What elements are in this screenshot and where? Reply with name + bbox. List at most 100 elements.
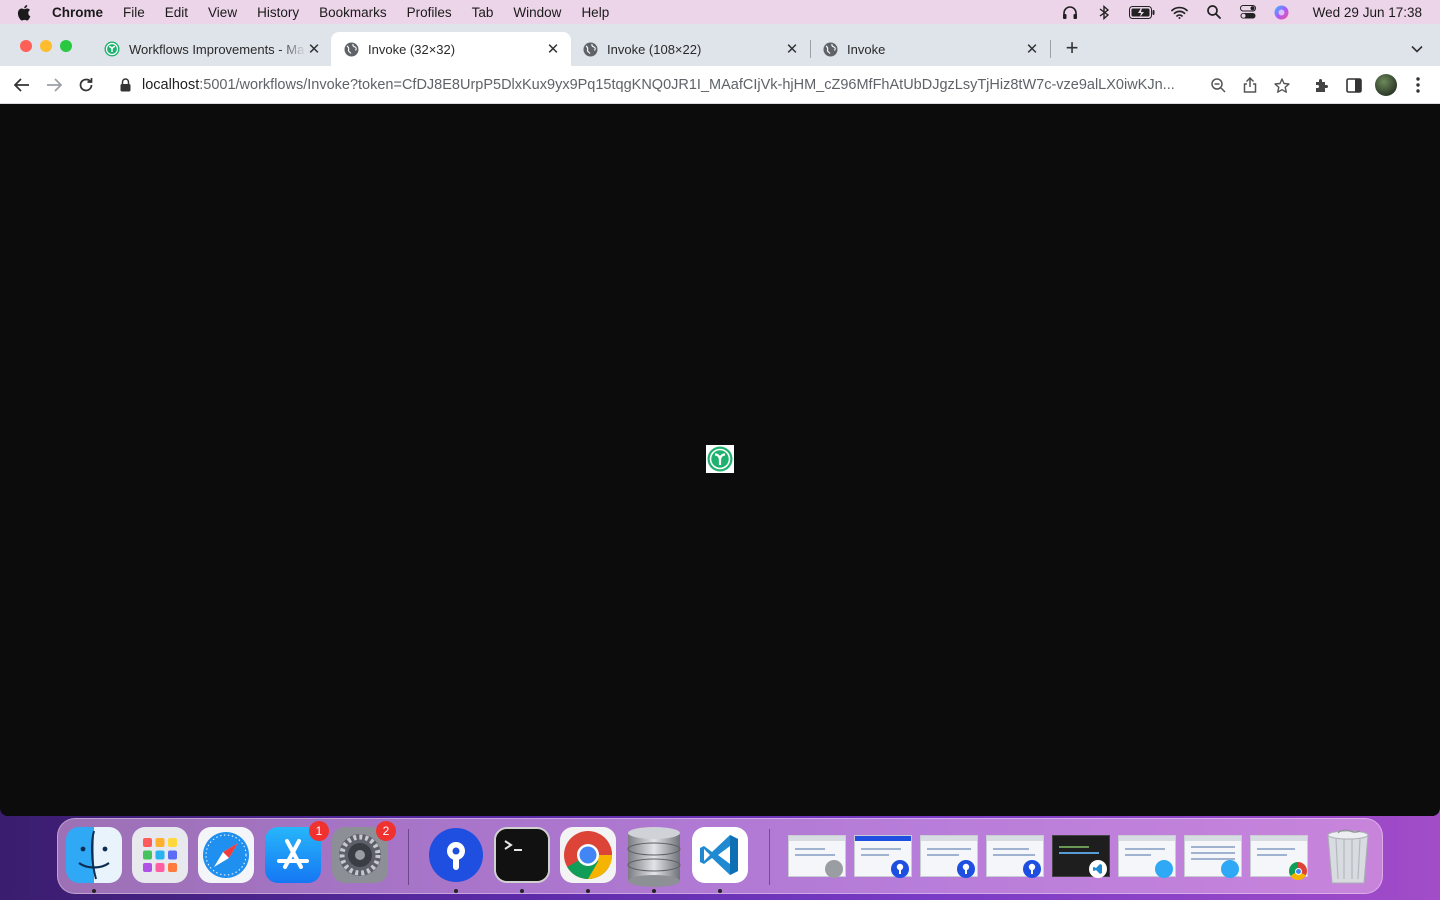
dock-separator xyxy=(769,829,770,885)
tab-title: Workflows Improvements - Ma xyxy=(129,41,305,57)
tab-close-icon[interactable]: ✕ xyxy=(1024,41,1040,58)
tab-separator xyxy=(1050,40,1051,58)
new-tab-button[interactable]: + xyxy=(1062,35,1082,60)
menu-window[interactable]: Window xyxy=(513,5,561,20)
launchpad-icon[interactable] xyxy=(132,827,188,883)
window-minimize-button[interactable] xyxy=(40,40,52,52)
zoom-out-icon[interactable] xyxy=(1210,77,1226,93)
menu-edit[interactable]: Edit xyxy=(165,5,188,20)
menu-tab[interactable]: Tab xyxy=(472,5,494,20)
pin-app-icon[interactable] xyxy=(428,827,484,883)
app-store-icon[interactable]: 1 xyxy=(265,821,329,883)
minimized-window-thumbnail[interactable] xyxy=(1250,835,1308,880)
minimized-window-thumbnail[interactable] xyxy=(1052,835,1110,878)
back-arrow-icon[interactable] xyxy=(12,75,32,95)
spotlight-search-icon[interactable] xyxy=(1205,4,1223,20)
running-indicator xyxy=(718,889,722,893)
page-content xyxy=(1,104,1439,816)
system-preferences-icon[interactable]: 2 xyxy=(332,821,396,883)
tab-search-chevron-icon[interactable] xyxy=(1408,40,1426,58)
menu-app-name[interactable]: Chrome xyxy=(52,5,103,20)
window-controls xyxy=(20,40,72,52)
menu-help[interactable]: Help xyxy=(581,5,609,20)
tab-title: Invoke (108×22) xyxy=(607,41,702,57)
extensions-puzzle-icon[interactable] xyxy=(1312,75,1332,95)
macos-dock: 1 2 xyxy=(57,818,1383,894)
notification-badge: 1 xyxy=(309,821,329,841)
bluetooth-icon[interactable] xyxy=(1095,4,1113,20)
database-icon[interactable] xyxy=(626,827,682,887)
tab-title: Invoke (32×32) xyxy=(368,41,456,57)
running-indicator xyxy=(586,889,590,893)
menubar-clock[interactable]: Wed 29 Jun 17:38 xyxy=(1313,5,1422,20)
running-indicator xyxy=(520,889,524,893)
tab-strip: Workflows Improvements - Ma ✕ Invoke (32… xyxy=(0,24,1440,66)
profile-avatar[interactable] xyxy=(1375,74,1397,96)
notification-badge: 2 xyxy=(376,821,396,841)
minimized-window-thumbnail[interactable] xyxy=(920,835,978,878)
menu-profiles[interactable]: Profiles xyxy=(407,5,452,20)
tab-close-icon[interactable]: ✕ xyxy=(545,41,561,58)
apple-menu-icon[interactable] xyxy=(16,4,38,21)
url-host: localhost xyxy=(142,77,200,93)
vscode-icon[interactable] xyxy=(692,827,748,883)
pin-app-icon xyxy=(957,860,975,878)
tab-invoke[interactable]: Invoke ✕ xyxy=(810,32,1050,66)
vscode-icon xyxy=(1089,860,1107,878)
more-menu-icon[interactable] xyxy=(1408,75,1428,95)
window-zoom-button[interactable] xyxy=(60,40,72,52)
terminal-icon[interactable] xyxy=(494,827,550,883)
safari-icon[interactable] xyxy=(198,827,254,883)
battery-icon[interactable] xyxy=(1128,4,1155,20)
tab-close-icon[interactable]: ✕ xyxy=(784,41,800,58)
window-close-button[interactable] xyxy=(20,40,32,52)
tab-close-icon[interactable]: ✕ xyxy=(306,41,322,58)
tab-invoke-108x22[interactable]: Invoke (108×22) ✕ xyxy=(570,32,810,66)
finder-icon[interactable] xyxy=(66,827,122,883)
side-panel-icon[interactable] xyxy=(1344,75,1364,95)
finder-icon xyxy=(1155,860,1173,878)
running-indicator xyxy=(454,889,458,893)
invoke-logo-icon xyxy=(706,445,734,473)
headphones-icon[interactable] xyxy=(1061,4,1079,20)
minimized-window-thumbnail[interactable] xyxy=(1184,835,1242,878)
pin-app-icon xyxy=(1023,860,1041,878)
wifi-icon[interactable] xyxy=(1171,4,1189,20)
chrome-icon[interactable] xyxy=(560,827,616,883)
macos-menubar: Chrome File Edit View History Bookmarks … xyxy=(0,0,1440,24)
url-path: :5001/workflows/Invoke?token=CfDJ8E8UrpP… xyxy=(199,77,1175,93)
globe-icon xyxy=(582,41,598,57)
bookmark-star-icon[interactable] xyxy=(1274,77,1290,93)
dock-separator xyxy=(408,829,409,885)
tab-invoke-32x32[interactable]: Invoke (32×32) ✕ xyxy=(331,32,571,66)
running-indicator xyxy=(92,889,96,893)
tab-workflows-improvements[interactable]: Workflows Improvements - Ma ✕ xyxy=(92,32,332,66)
reload-icon[interactable] xyxy=(76,75,96,95)
address-url[interactable]: localhost:5001/workflows/Invoke?token=Cf… xyxy=(142,77,1200,93)
pin-app-icon xyxy=(891,860,909,878)
menu-view[interactable]: View xyxy=(208,5,237,20)
address-bar[interactable]: localhost:5001/workflows/Invoke?token=Cf… xyxy=(108,70,1300,100)
control-center-icon[interactable] xyxy=(1239,4,1257,20)
minimized-window-thumbnail[interactable] xyxy=(986,835,1044,878)
minimized-window-thumbnail[interactable] xyxy=(1118,835,1176,878)
globe-icon xyxy=(822,41,838,57)
siri-icon[interactable] xyxy=(1273,4,1291,20)
browser-toolbar: localhost:5001/workflows/Invoke?token=Cf… xyxy=(0,66,1440,104)
share-icon[interactable] xyxy=(1242,77,1258,93)
globe-icon xyxy=(343,41,359,57)
lock-icon[interactable] xyxy=(120,78,134,92)
tab-title: Invoke xyxy=(847,41,886,57)
running-indicator xyxy=(652,889,656,893)
menu-file[interactable]: File xyxy=(123,5,145,20)
minimized-window-thumbnail[interactable] xyxy=(788,835,846,878)
trash-icon[interactable] xyxy=(1320,827,1376,884)
minimized-window-thumbnail[interactable] xyxy=(854,835,912,878)
chrome-window: Workflows Improvements - Ma ✕ Invoke (32… xyxy=(0,24,1440,816)
chrome-icon xyxy=(1289,862,1307,880)
database-icon xyxy=(825,860,843,878)
menu-bookmarks[interactable]: Bookmarks xyxy=(319,5,387,20)
forward-arrow-icon[interactable] xyxy=(44,75,64,95)
finder-icon xyxy=(1221,860,1239,878)
menu-history[interactable]: History xyxy=(257,5,299,20)
